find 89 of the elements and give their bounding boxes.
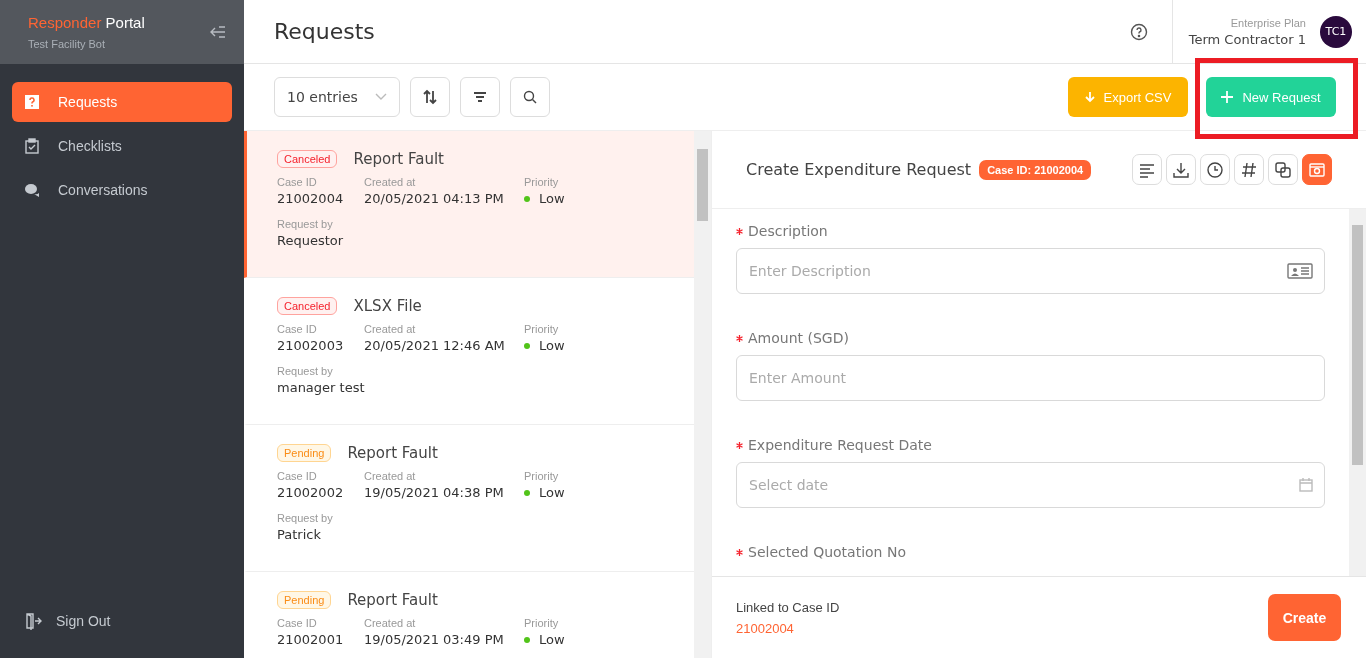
scrollbar[interactable] [694,131,711,658]
priority-value: Low [539,485,565,500]
requester-name: Patrick [277,527,322,542]
page-title: Requests [274,19,375,44]
field-label: Created at [364,470,417,482]
created-date: 20/05/2021 04:13 PM [364,191,505,206]
request-title: Report Fault [353,150,444,168]
request-title: XLSX File [353,297,422,315]
question-icon [24,94,40,110]
plan-label: Enterprise Plan [1229,16,1306,29]
facility-name: Test Facility Bot [28,38,107,50]
priority-value: Low [539,191,565,206]
status-tag: Canceled [277,150,338,168]
exit-icon [24,612,42,630]
cash-icon [1308,160,1326,179]
caret-icon [375,93,387,101]
requester-name: manager test [277,380,366,395]
created-date: 19/05/2021 04:38 PM [364,485,505,500]
priority-dot [524,342,530,349]
priority-value: Low [539,632,565,647]
scrollbar[interactable] [1349,209,1366,576]
case-id: 21002002 [277,485,345,500]
entries-dropdown[interactable]: 10 entries [274,77,400,117]
sort-icon [422,89,438,105]
calendar-icon [1299,478,1313,492]
case-id-badge: Case ID: 21002004 [979,159,1092,180]
filter-icon [472,89,488,105]
id-card-icon [1287,263,1313,279]
down-arrow-icon [1084,91,1095,103]
collapse-icon[interactable] [210,25,226,39]
request-title: Report Fault [347,444,438,462]
field-label: Request by [277,218,334,230]
field-label: Priority [524,323,560,335]
case-id: 21002004 [277,191,345,206]
priority-dot [524,195,530,202]
request-title: Report Fault [347,591,438,609]
field-label: Priority [524,470,560,482]
field-label: Request by [277,512,334,524]
field-label: Case ID [277,323,318,335]
plus-icon [1221,91,1234,103]
field-label: Priority [524,617,560,629]
case-id: 21002001 [277,632,345,647]
case-id: 21002003 [277,338,345,353]
search-button[interactable] [510,77,550,117]
field-label: Created at [364,176,417,188]
created-date: 19/05/2021 03:49 PM [364,632,505,647]
scroll-thumb[interactable] [697,149,708,221]
user-avatar[interactable]: TC1 [1320,15,1352,48]
copy-icon [1274,160,1292,179]
field-label: Case ID [277,470,318,482]
form-title: Create Expenditure Request [746,160,972,179]
nav-item[interactable]: Conversations [12,170,232,210]
priority-dot [524,636,530,643]
sort-button[interactable] [410,77,450,117]
request-card[interactable]: Canceled Report Fault Case ID 21002004 Created at 20/05/2021 04:13 PM Priority Low Request by Requestor [244,131,694,278]
user-name: Term Contractor 1 [1188,31,1306,47]
field-label: Case ID [277,176,318,188]
field-label: Request by [277,365,334,377]
status-tag: Pending [277,591,332,609]
priority-dot [524,489,530,496]
created-date: 20/05/2021 12:46 AM [364,338,506,353]
form-label: Expenditure Request Date [748,437,932,453]
sign-out-link[interactable]: Sign Out [0,612,244,658]
requester-name: Requestor [277,233,345,248]
chat-icon [24,182,40,198]
nav-item[interactable]: Checklists [12,126,232,166]
priority-value: Low [539,338,565,353]
input-field[interactable]: Enter Description [736,248,1325,294]
status-tag: Canceled [277,297,338,315]
filter-button[interactable] [460,77,500,117]
download-icon [1172,160,1190,179]
field-label: Case ID [277,617,318,629]
scroll-thumb[interactable] [1352,225,1363,465]
field-label: Priority [524,176,560,188]
input-field[interactable]: Enter Amount [736,355,1325,401]
hash-icon [1240,160,1258,179]
app-logo: Responder Portal [28,14,145,31]
search-icon [523,90,537,104]
field-label: Created at [364,617,417,629]
clock-icon [1206,160,1224,179]
form-label: Selected Quotation No [748,544,906,560]
field-label: Created at [364,323,417,335]
help-icon[interactable] [1129,22,1148,41]
form-label: Amount (SGD) [748,330,849,346]
status-tag: Pending [277,444,332,462]
date-field[interactable]: Select date [736,462,1325,508]
linked-label: Linked to Case ID [736,599,840,615]
form-label: Description [748,223,828,239]
clipboard-icon [24,138,40,154]
